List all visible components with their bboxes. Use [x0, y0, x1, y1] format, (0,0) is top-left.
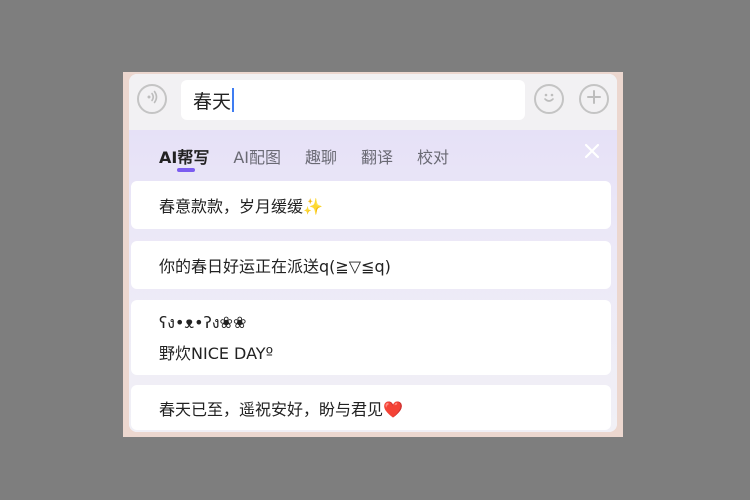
voice-icon	[144, 89, 160, 109]
tab-label: 校对	[417, 148, 450, 167]
suggestion-card[interactable]: ʕง•ᴥ•ʔง❀❀ 野炊NICE DAYº	[131, 300, 611, 375]
suggestion-text: 你的春日好运正在派送q(≧▽≦q)	[159, 257, 391, 276]
suggestion-text: 春意款款，岁月缓缓✨	[159, 197, 323, 216]
tab-proofread[interactable]: 校对	[417, 144, 449, 168]
tab-ai-write[interactable]: AI帮写	[159, 144, 210, 172]
suggestion-card[interactable]: 春天已至，遥祝安好，盼与君见❤️	[131, 385, 611, 430]
smiley-icon	[539, 87, 559, 111]
keyboard-panel-frame: 春天 AI帮写 AI配图 趣聊 翻译 校对 春意款款，岁月缓缓✨ 你的春日好运正…	[123, 72, 623, 437]
suggestion-card[interactable]: 春意款款，岁月缓缓✨	[131, 181, 611, 229]
suggestion-text: 野炊NICE DAYº	[159, 344, 274, 363]
emoji-button[interactable]	[534, 84, 564, 114]
plus-icon	[586, 89, 602, 109]
tab-label: AI帮写	[159, 148, 210, 167]
suggestion-text: ʕง•ᴥ•ʔง❀❀	[159, 313, 247, 332]
active-tab-indicator	[177, 168, 195, 172]
tab-translate[interactable]: 翻译	[361, 144, 393, 168]
ai-suggestion-area: AI帮写 AI配图 趣聊 翻译 校对 春意款款，岁月缓缓✨ 你的春日好运正在派送…	[129, 130, 617, 432]
tab-label: 趣聊	[305, 148, 338, 167]
add-button[interactable]	[579, 84, 609, 114]
tab-ai-image[interactable]: AI配图	[233, 144, 281, 168]
suggestion-text: 春天已至，遥祝安好，盼与君见❤️	[159, 399, 403, 419]
tab-label: 翻译	[361, 148, 394, 167]
tab-label: AI配图	[233, 148, 282, 167]
input-text: 春天	[193, 90, 232, 113]
input-row: 春天	[129, 74, 617, 130]
ime-panel: 春天 AI帮写 AI配图 趣聊 翻译 校对 春意款款，岁月缓缓✨ 你的春日好运正…	[129, 74, 617, 432]
voice-button[interactable]	[137, 84, 167, 114]
tab-bar: AI帮写 AI配图 趣聊 翻译 校对	[159, 144, 473, 172]
text-caret	[232, 88, 235, 112]
close-button[interactable]	[581, 142, 603, 164]
suggestion-card[interactable]: 你的春日好运正在派送q(≧▽≦q)	[131, 241, 611, 289]
message-input[interactable]: 春天	[181, 80, 525, 120]
close-icon	[583, 141, 601, 165]
tab-fun-chat[interactable]: 趣聊	[305, 144, 337, 168]
